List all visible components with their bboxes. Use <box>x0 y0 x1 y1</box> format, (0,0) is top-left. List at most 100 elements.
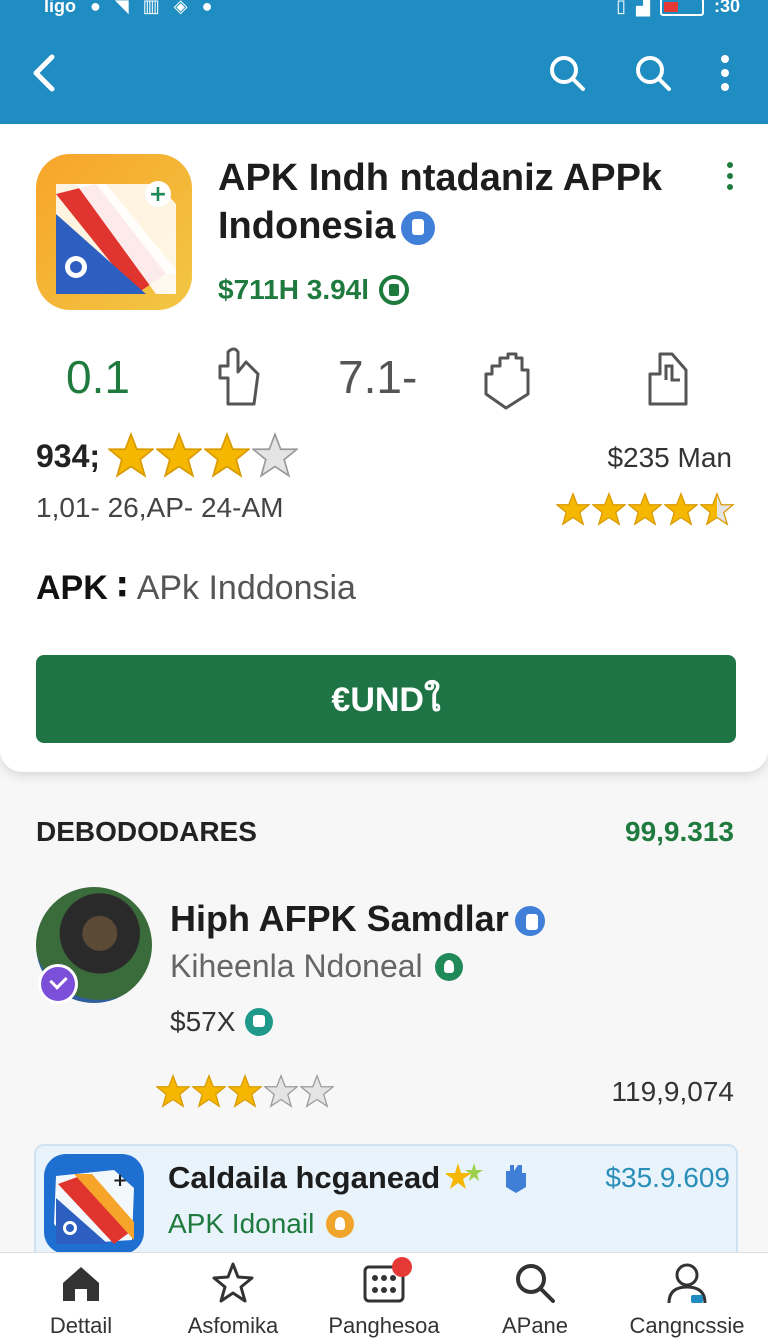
signal-icon: ▥ <box>142 0 160 16</box>
verified-check-icon <box>38 964 78 1004</box>
more-vertical-icon <box>721 55 729 91</box>
star-empty-icon <box>252 432 298 478</box>
top-bar: ligo ● ◥ ▥ ◈ ● ▯ ▟ :30 <box>0 0 768 124</box>
developer-count: 119,9,074 <box>611 1076 735 1107</box>
stats-row: 0.1 7.1- <box>0 344 768 414</box>
star-empty-icon <box>300 1074 334 1108</box>
price-badge-icon <box>379 275 410 305</box>
app-price: $711H 3.94l <box>218 274 410 306</box>
developer-name-text: Hiph AFPK Samdlar <box>170 898 509 939</box>
suggested-app-icon: + <box>44 1154 144 1254</box>
suggested-app-subtitle-text: APK Idonail <box>168 1208 315 1239</box>
developer-subtitle: Kiheenla Ndoneal <box>170 948 463 985</box>
section-title: DEBODODARES <box>36 816 257 847</box>
stat-value-1: 0.1 <box>66 351 130 403</box>
search-button-2[interactable] <box>628 48 678 98</box>
search-button-1[interactable] <box>542 48 592 98</box>
more-menu-button[interactable] <box>700 48 750 98</box>
check-icon: ● <box>201 0 213 16</box>
status-icon: ● <box>90 0 101 16</box>
developer-price: $57X <box>170 1006 274 1038</box>
flame-badge-icon <box>434 952 463 981</box>
suggested-app-title-text: Caldaila hcganead <box>168 1160 441 1195</box>
suggested-app-card[interactable]: + Caldaila hcganead APK Idonail $35.9.60… <box>34 1144 738 1254</box>
star-filled-icon <box>628 492 662 526</box>
sparkle-star-icon <box>446 1163 484 1189</box>
notification-icon: ◈ <box>173 0 188 16</box>
star-filled-icon <box>108 432 154 478</box>
star-icon <box>211 1261 255 1305</box>
pointer-hand-icon[interactable] <box>210 344 270 414</box>
clock: :30 <box>713 0 740 16</box>
app-header-card: + APK Indh ntadaniz APPk Indonesia $711H… <box>0 124 768 772</box>
suggested-app-title: Caldaila hcganead <box>168 1160 530 1196</box>
app-title: APK Indh ntadaniz APPk Indonesia <box>218 154 698 250</box>
star-filled-icon <box>192 1074 226 1108</box>
star-filled-icon <box>156 1074 190 1108</box>
nav-item-search[interactable]: APane <box>460 1261 610 1344</box>
star-filled-icon <box>556 492 590 526</box>
home-icon <box>59 1261 103 1305</box>
status-bar: ligo ● ◥ ▥ ◈ ● ▯ ▟ :30 <box>0 0 768 24</box>
star-half-icon <box>700 492 734 526</box>
release-date: 1,01- 26,AP- 24-AM <box>36 492 284 523</box>
right-price: $235 Man <box>607 442 732 473</box>
grid-icon <box>362 1257 412 1305</box>
nav-label: Dettail <box>49 1313 113 1338</box>
suggested-app-subtitle: APK Idonail <box>168 1208 355 1240</box>
developer-subtitle-text: Kiheenla Ndoneal <box>170 948 423 984</box>
lock-badge-icon <box>245 1008 274 1036</box>
svg-text:+: + <box>149 182 167 207</box>
nav-item-detail[interactable]: Dettail <box>6 1261 156 1344</box>
star-filled-icon <box>204 432 250 478</box>
app-icon[interactable]: + <box>36 154 192 310</box>
person-icon <box>665 1261 709 1305</box>
hand-shield-icon[interactable] <box>478 344 538 414</box>
bottom-navigation: Dettail Asfomika Panghesoa APane Cangncs… <box>0 1252 768 1344</box>
notification-dot <box>392 1257 412 1277</box>
flame-badge-icon <box>326 1210 355 1238</box>
tap-document-icon[interactable] <box>642 344 702 414</box>
star-filled-icon <box>664 492 698 526</box>
app-bar <box>0 40 768 110</box>
nav-item-favorites[interactable]: Asfomika <box>158 1261 308 1344</box>
star-filled-icon <box>156 432 202 478</box>
status-carrier-text: ligo <box>44 0 76 16</box>
suggested-app-price: $35.9.609 <box>605 1162 730 1193</box>
signal-bars-icon: ▟ <box>636 0 650 16</box>
verified-badge-icon <box>514 906 545 937</box>
hand-icon <box>506 1165 527 1193</box>
app-price-text: $711H 3.94l <box>218 274 370 305</box>
battery-icon <box>659 0 704 16</box>
back-button[interactable] <box>18 48 68 98</box>
app-title-text: APK Indh ntadaniz APPk Indonesia <box>218 157 663 247</box>
nav-label: Asfomika <box>187 1313 279 1338</box>
label-separator: ∶ <box>107 569 137 607</box>
wifi-icon: ◥ <box>114 0 129 16</box>
app-logo-icon: + <box>56 181 176 294</box>
app-more-button[interactable] <box>720 162 740 196</box>
stat-value-2: 7.1- <box>338 351 418 403</box>
nav-label: APane <box>501 1313 569 1338</box>
star-empty-icon <box>264 1074 298 1108</box>
app-label-key: APK <box>36 569 108 607</box>
install-button[interactable]: €UNDใ <box>36 655 736 743</box>
back-chevron-icon <box>33 54 55 92</box>
search-icon <box>550 56 585 91</box>
developer-name[interactable]: Hiph AFPK Samdlar <box>170 898 545 940</box>
developer-price-text: $57X <box>170 1006 236 1037</box>
svg-text:+: + <box>112 1170 127 1191</box>
app-label-value: APk Inddonsia <box>136 569 356 607</box>
star-filled-icon <box>592 492 626 526</box>
rating-stars <box>108 432 298 478</box>
rating-count: 934; <box>36 438 101 474</box>
search-icon <box>636 56 671 91</box>
nav-label: Cangncssie <box>629 1313 745 1338</box>
search-icon <box>513 1261 557 1305</box>
vibrate-icon: ▯ <box>616 0 627 16</box>
nav-item-apps[interactable]: Panghesoa <box>309 1257 459 1344</box>
developer-rating-stars <box>156 1074 334 1108</box>
section-count: 99,9.313 <box>625 816 734 847</box>
nav-label: Panghesoa <box>328 1313 440 1338</box>
nav-item-account[interactable]: Cangncssie <box>612 1261 762 1344</box>
